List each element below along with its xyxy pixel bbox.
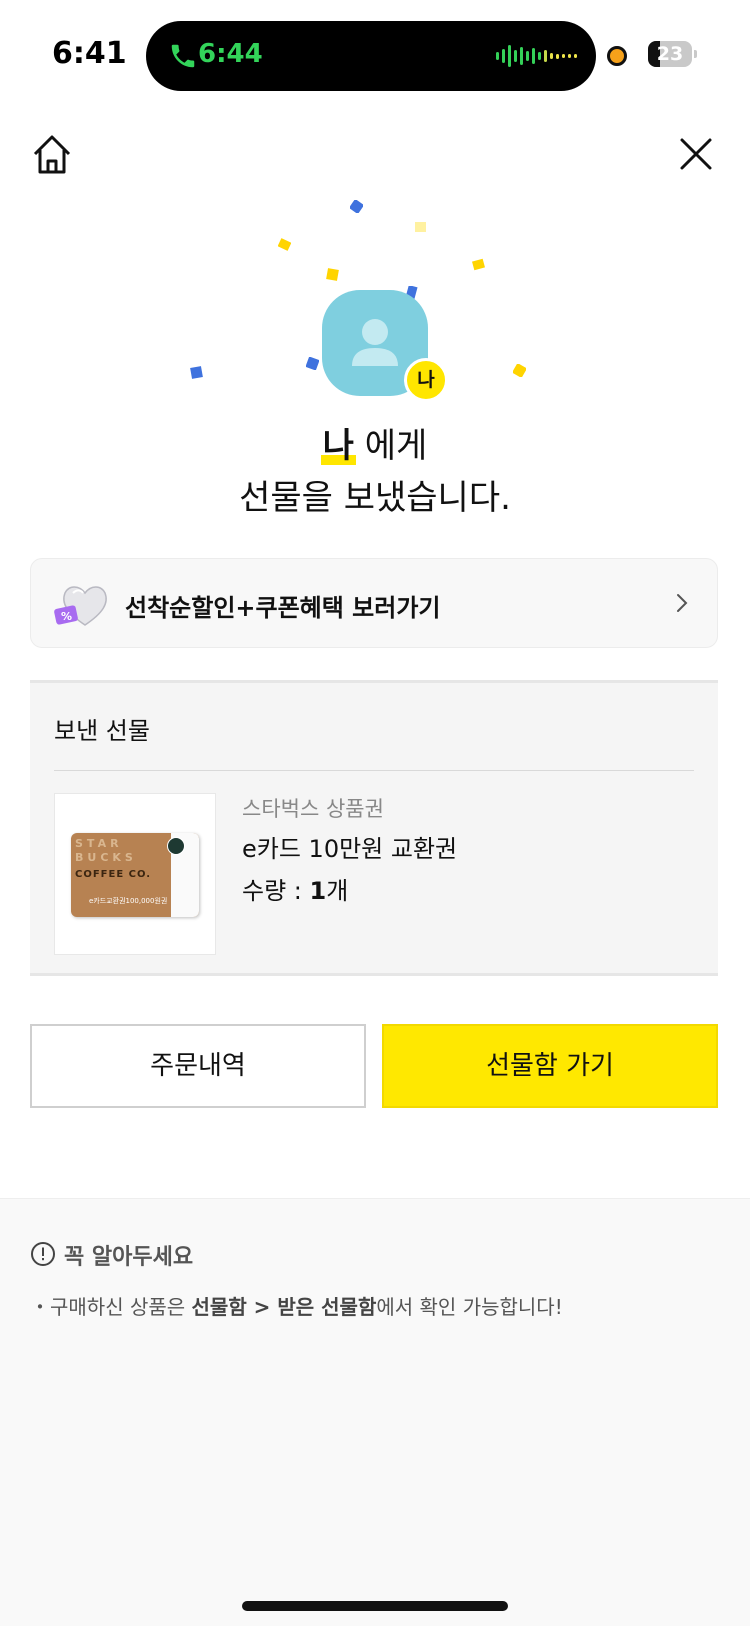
confetti-icon xyxy=(350,200,363,213)
gift-thumbnail[interactable]: STAR BUCKS COFFEE CO. e카드교환권100,000원권 xyxy=(54,793,216,955)
status-time: 6:41 xyxy=(52,36,127,71)
gift-product-name[interactable]: e카드 10만원 교환권 xyxy=(242,829,457,864)
recipient-name: 나 xyxy=(322,426,354,466)
recipient-suffix: 에게 xyxy=(353,426,428,466)
notice-body: ・구매하신 상품은 선물함 > 받은 선물함에서 확인 가능합니다! xyxy=(30,1291,563,1320)
sent-message: 선물을 보냈습니다. xyxy=(239,478,511,518)
confetti-icon xyxy=(190,366,203,379)
go-giftbox-button[interactable]: 선물함 가기 xyxy=(382,1024,718,1108)
starbucks-card-image: STAR BUCKS COFFEE CO. e카드교환권100,000원권 xyxy=(71,833,199,917)
heart-coupon-icon: % xyxy=(54,586,107,626)
phone-icon xyxy=(171,44,195,68)
battery-level: 23 xyxy=(656,43,684,65)
notice-title: 꼭 알아두세요 xyxy=(64,1245,194,1270)
recipient-line: 나 에게 xyxy=(0,418,750,467)
notice-bold: 선물함 > 받은 선물함 xyxy=(191,1295,377,1319)
order-history-button[interactable]: 주문내역 xyxy=(30,1024,366,1108)
card-text-bucks: BUCKS xyxy=(75,851,137,864)
battery-tip xyxy=(694,50,697,58)
confetti-icon xyxy=(306,357,319,370)
card-text-coffee: COFFEE CO. xyxy=(75,869,152,880)
confetti-icon xyxy=(472,258,485,271)
starbucks-logo-icon xyxy=(167,837,185,855)
promo-label: 선착순할인+쿠폰혜택 보러가기 xyxy=(125,594,441,622)
confetti-icon xyxy=(513,364,526,377)
home-icon[interactable] xyxy=(30,132,74,176)
recording-indicator-icon xyxy=(607,46,627,66)
bullet: ・ xyxy=(30,1295,50,1319)
chevron-right-icon xyxy=(677,594,688,612)
info-icon xyxy=(31,1242,55,1266)
card-text-star: STAR xyxy=(75,837,123,850)
battery-icon: 23 xyxy=(648,41,692,67)
confetti-icon xyxy=(415,222,426,232)
me-badge: 나 xyxy=(404,358,448,402)
svg-text:%: % xyxy=(61,610,72,623)
confetti-icon xyxy=(278,238,291,251)
card-amount: e카드교환권100,000원권 xyxy=(89,897,168,905)
notice-text-2: 에서 확인 가능합니다! xyxy=(376,1295,563,1319)
gift-quantity: 수량 : 1개 xyxy=(242,871,348,906)
notice-text-1: 구매하신 상품은 xyxy=(50,1295,192,1319)
notice-section: 꼭 알아두세요 ・구매하신 상품은 선물함 > 받은 선물함에서 확인 가능합니… xyxy=(0,1198,750,1626)
section-title: 보낸 선물 xyxy=(54,717,150,745)
confetti-icon xyxy=(326,268,339,281)
promo-banner[interactable]: % 선착순할인+쿠폰혜택 보러가기 xyxy=(30,558,718,648)
divider xyxy=(54,770,694,771)
sent-gift-section: 보낸 선물 STAR BUCKS COFFEE CO. e카드교환권100,00… xyxy=(30,680,718,976)
audio-wave-icon xyxy=(496,44,577,68)
home-indicator[interactable] xyxy=(242,1601,508,1611)
quantity-value: 1 xyxy=(309,877,327,905)
gift-brand: 스타벅스 상품권 xyxy=(242,797,384,821)
gift-sent-screen: 6:41 6:44 23 나 나 에게 선물을 보냈습니다. % 선착순할인+쿠… xyxy=(0,0,750,1626)
dynamic-island-call[interactable]: 6:44 xyxy=(146,21,596,91)
close-icon[interactable] xyxy=(676,134,716,174)
quantity-label: 수량 : xyxy=(242,877,310,905)
quantity-unit: 개 xyxy=(326,877,349,905)
call-duration: 6:44 xyxy=(198,39,263,69)
